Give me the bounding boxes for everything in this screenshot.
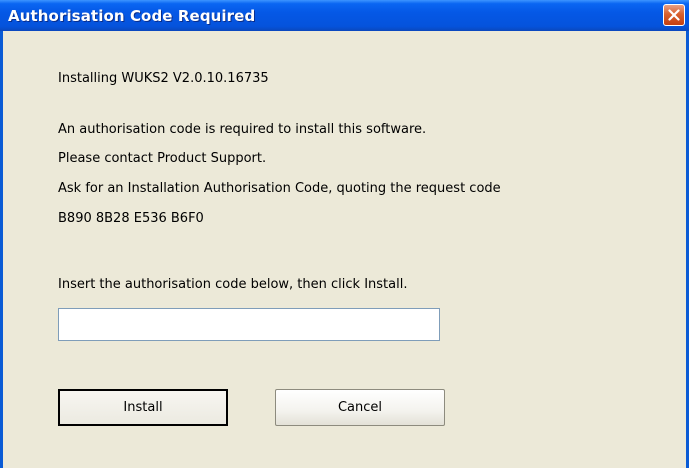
ask-text: Ask for an Installation Authorisation Co… <box>58 181 501 196</box>
required-text: An authorisation code is required to ins… <box>58 122 427 137</box>
install-button[interactable]: Install <box>58 389 228 426</box>
instruction-text: Insert the authorisation code below, the… <box>58 277 408 292</box>
contact-text: Please contact Product Support. <box>58 151 267 166</box>
installing-text: Installing WUKS2 V2.0.10.16735 <box>58 71 269 86</box>
dialog-window: Authorisation Code Required Installing W… <box>0 0 689 468</box>
close-button[interactable] <box>663 4 685 26</box>
close-icon <box>668 9 680 21</box>
dialog-content: Installing WUKS2 V2.0.10.16735 An author… <box>3 31 686 468</box>
request-code: B890 8B28 E536 B6F0 <box>58 211 204 226</box>
window-title: Authorisation Code Required <box>8 7 256 25</box>
cancel-button[interactable]: Cancel <box>275 389 445 426</box>
title-bar[interactable]: Authorisation Code Required <box>0 0 689 31</box>
authorisation-code-input[interactable] <box>58 308 440 341</box>
